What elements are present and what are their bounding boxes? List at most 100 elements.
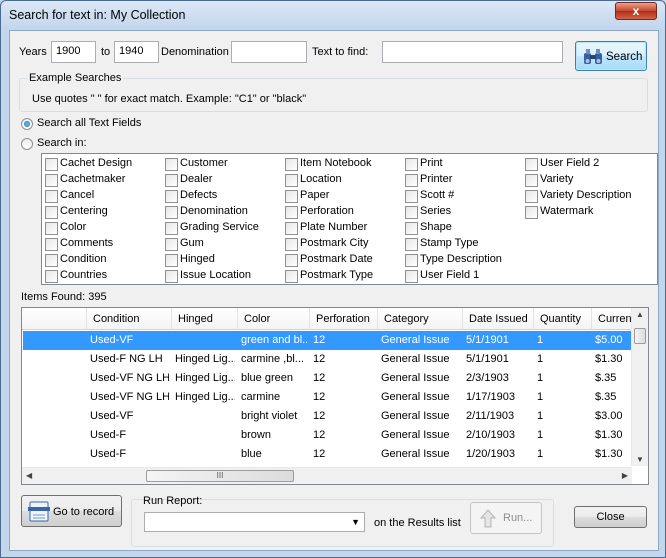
go-to-record-button[interactable]: Go to record xyxy=(21,495,122,527)
field-checkbox[interactable] xyxy=(405,270,418,283)
field-checkbox-label[interactable]: Shape xyxy=(420,221,452,233)
field-checkbox-label[interactable]: Postmark Date xyxy=(300,253,373,265)
field-checkbox-label[interactable]: Centering xyxy=(60,205,108,217)
field-checkbox[interactable] xyxy=(45,158,58,171)
field-checkbox[interactable] xyxy=(405,158,418,171)
search-all-label[interactable]: Search all Text Fields xyxy=(37,117,141,129)
field-checkbox-label[interactable]: Issue Location xyxy=(180,269,251,281)
field-checkbox[interactable] xyxy=(405,174,418,187)
field-checkbox[interactable] xyxy=(165,206,178,219)
field-checkbox[interactable] xyxy=(405,190,418,203)
field-checkbox-label[interactable]: Scott # xyxy=(420,189,454,201)
field-checkbox-label[interactable]: Denomination xyxy=(180,205,248,217)
field-checkbox[interactable] xyxy=(405,254,418,267)
field-checkbox[interactable] xyxy=(285,254,298,267)
run-button[interactable]: Run... xyxy=(470,502,542,534)
field-checkbox-label[interactable]: Variety xyxy=(540,173,573,185)
field-checkbox[interactable] xyxy=(285,222,298,235)
field-checkbox-label[interactable]: User Field 1 xyxy=(420,269,479,281)
field-checkbox[interactable] xyxy=(165,222,178,235)
field-checkbox-label[interactable]: Plate Number xyxy=(300,221,367,233)
search-in-radio[interactable] xyxy=(21,138,33,150)
table-row[interactable]: Used-VF green and bl... 12 General Issue 5/1… xyxy=(23,331,632,350)
field-checkbox-label[interactable]: Grading Service xyxy=(180,221,259,233)
field-checkbox-label[interactable]: Hinged xyxy=(180,253,215,265)
field-checkbox-label[interactable]: Print xyxy=(420,157,443,169)
field-checkbox-label[interactable]: Color xyxy=(60,221,86,233)
field-checkbox-label[interactable]: Customer xyxy=(180,157,228,169)
field-checkbox-label[interactable]: Cachetmaker xyxy=(60,173,125,185)
field-checkbox[interactable] xyxy=(405,238,418,251)
horizontal-scrollbar[interactable]: ◀ III ▶ xyxy=(22,467,632,484)
scroll-right-icon[interactable]: ▶ xyxy=(622,471,628,480)
field-checkbox[interactable] xyxy=(525,206,538,219)
year-to-input[interactable]: 1940 xyxy=(114,41,159,63)
search-all-radio[interactable] xyxy=(21,118,33,130)
field-checkbox[interactable] xyxy=(405,206,418,219)
field-checkbox[interactable] xyxy=(165,270,178,283)
column-header[interactable]: Hinged xyxy=(172,308,238,330)
close-window-button[interactable]: x xyxy=(615,2,657,20)
table-row[interactable]: Used-VF bright violet 12 General Issue 2/11/… xyxy=(23,407,632,426)
field-checkbox-label[interactable]: Postmark Type xyxy=(300,269,373,281)
field-checkbox[interactable] xyxy=(285,270,298,283)
field-checkbox-label[interactable]: Condition xyxy=(60,253,106,265)
field-checkbox-label[interactable]: Comments xyxy=(60,237,113,249)
scroll-down-icon[interactable]: ▼ xyxy=(636,455,644,464)
field-checkbox[interactable] xyxy=(285,158,298,171)
field-checkbox[interactable] xyxy=(285,190,298,203)
field-checkbox-label[interactable]: Location xyxy=(300,173,342,185)
field-checkbox[interactable] xyxy=(285,238,298,251)
table-row[interactable]: Used-VF NG LH Hinged Lig... blue green 12 Ge… xyxy=(23,369,632,388)
field-checkbox-label[interactable]: Variety Description xyxy=(540,189,632,201)
field-checkbox-label[interactable]: Stamp Type xyxy=(420,237,479,249)
search-in-label[interactable]: Search in: xyxy=(37,137,87,149)
field-checkbox-label[interactable]: Cancel xyxy=(60,189,94,201)
field-checkbox[interactable] xyxy=(165,254,178,267)
field-checkbox-label[interactable]: Series xyxy=(420,205,451,217)
horizontal-scroll-thumb[interactable]: III xyxy=(146,470,294,482)
field-checkbox-label[interactable]: Watermark xyxy=(540,205,593,217)
table-row[interactable]: Used-F brown 12 General Issue 2/10/1903 1 $1.3… xyxy=(23,426,632,445)
field-checkbox[interactable] xyxy=(45,270,58,283)
chevron-down-icon[interactable]: ▼ xyxy=(351,517,360,527)
field-checkbox[interactable] xyxy=(45,190,58,203)
table-row[interactable]: Used-F blue 12 General Issue 1/20/1903 1 $1.30 xyxy=(23,445,632,464)
title-bar[interactable]: Search for text in: My Collection x xyxy=(1,1,665,29)
close-button[interactable]: Close xyxy=(574,506,647,528)
column-header[interactable]: Category xyxy=(378,308,463,330)
field-checkbox-label[interactable]: Type Description xyxy=(420,253,502,265)
field-checkbox[interactable] xyxy=(45,222,58,235)
field-checkbox-label[interactable]: Defects xyxy=(180,189,217,201)
field-checkbox-label[interactable]: Dealer xyxy=(180,173,212,185)
table-row[interactable]: Used-VF NG LH Hinged Lig... carmine 12 Gener… xyxy=(23,388,632,407)
field-checkbox-label[interactable]: Item Notebook xyxy=(300,157,372,169)
field-checkbox-label[interactable]: Gum xyxy=(180,237,204,249)
vertical-scrollbar[interactable]: ▲ ▼ xyxy=(631,308,648,466)
field-checkbox[interactable] xyxy=(405,222,418,235)
table-row[interactable]: Used-F NG LH Hinged Lig... carmine ,bl... 1… xyxy=(23,350,632,369)
run-report-select[interactable]: ▼ xyxy=(144,512,365,532)
search-button[interactable]: Search xyxy=(575,41,647,71)
field-checkbox[interactable] xyxy=(165,190,178,203)
field-checkbox-label[interactable]: Paper xyxy=(300,189,329,201)
field-checkbox[interactable] xyxy=(45,206,58,219)
field-checkbox[interactable] xyxy=(285,206,298,219)
field-checkbox[interactable] xyxy=(165,238,178,251)
field-checkbox[interactable] xyxy=(525,190,538,203)
column-header[interactable]: Date Issued xyxy=(463,308,534,330)
column-header[interactable]: Condition xyxy=(87,308,172,330)
field-checkbox[interactable] xyxy=(285,174,298,187)
field-checkbox-label[interactable]: Printer xyxy=(420,173,452,185)
field-checkbox[interactable] xyxy=(45,238,58,251)
field-checkbox-label[interactable]: Cachet Design xyxy=(60,157,132,169)
column-header[interactable]: Color xyxy=(238,308,310,330)
year-from-input[interactable]: 1900 xyxy=(51,41,96,63)
field-checkbox-label[interactable]: Countries xyxy=(60,269,107,281)
field-checkbox-label[interactable]: User Field 2 xyxy=(540,157,599,169)
field-checkbox[interactable] xyxy=(45,174,58,187)
field-checkbox[interactable] xyxy=(45,254,58,267)
text-to-find-input[interactable] xyxy=(382,41,563,63)
scroll-left-icon[interactable]: ◀ xyxy=(26,471,32,480)
field-checkbox[interactable] xyxy=(165,174,178,187)
